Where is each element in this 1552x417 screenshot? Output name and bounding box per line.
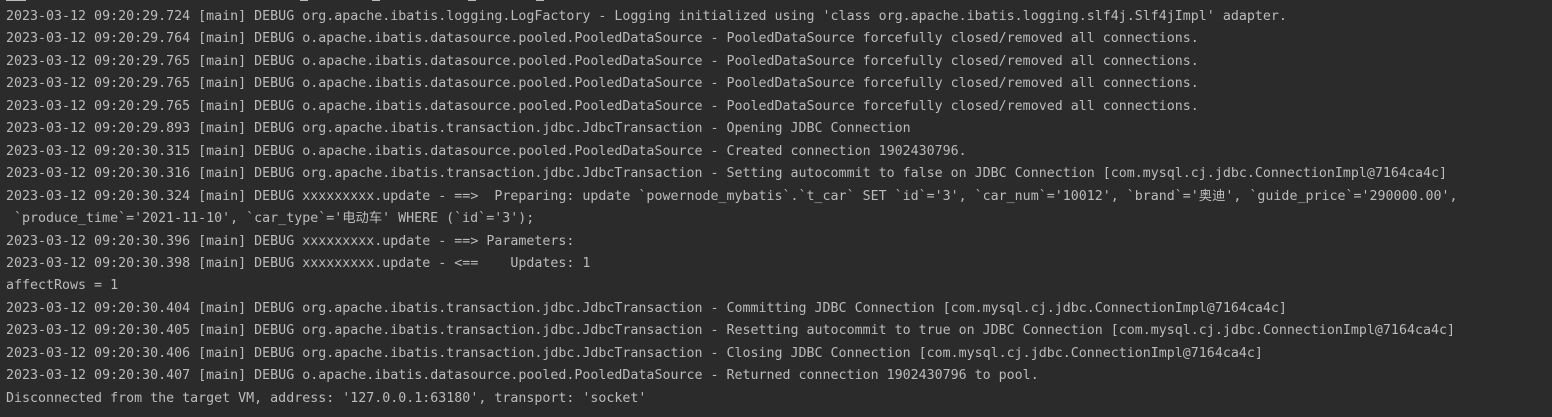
log-line: 2023-03-12 09:20:30.406 [main] DEBUG org… — [6, 345, 1263, 361]
log-line: 2023-03-12 09:20:29.764 [main] DEBUG o.a… — [6, 31, 1199, 47]
log-line: 2023-03-12 09:20:29.724 [main] DEBUG org… — [6, 9, 1287, 24]
log-line: `produce_time`='2021-11-10', `car_type`=… — [6, 211, 535, 227]
log-line: 2023-03-12 09:20:30.407 [main] DEBUG o.a… — [6, 368, 1039, 384]
log-line: affectRows = 1 — [6, 278, 119, 294]
log-line: 2023-03-12 09:20:30.316 [main] DEBUG org… — [6, 166, 1447, 182]
log-line: 2023-03-12 09:20:30.315 [main] DEBUG o.a… — [6, 143, 967, 159]
scrolled-line-remnant — [0, 0, 545, 2]
console-output[interactable]: 2023-03-12 09:20:29.724 [main] DEBUG org… — [0, 0, 1552, 417]
log-line: 2023-03-12 09:20:29.893 [main] DEBUG org… — [6, 121, 911, 137]
log-line: 2023-03-12 09:20:30.398 [main] DEBUG xxx… — [6, 255, 591, 271]
log-line: Disconnected from the target VM, address… — [6, 390, 647, 406]
log-line: 2023-03-12 09:20:29.765 [main] DEBUG o.a… — [6, 53, 1199, 69]
log-line: 2023-03-12 09:20:30.396 [main] DEBUG xxx… — [6, 233, 583, 249]
log-line: 2023-03-12 09:20:29.765 [main] DEBUG o.a… — [6, 98, 1199, 114]
log-line: 2023-03-12 09:20:30.404 [main] DEBUG org… — [6, 300, 1287, 316]
log-line: 2023-03-12 09:20:30.324 [main] DEBUG xxx… — [6, 188, 1458, 204]
log-line: 2023-03-12 09:20:30.405 [main] DEBUG org… — [6, 323, 1455, 339]
log-line: 2023-03-12 09:20:29.765 [main] DEBUG o.a… — [6, 76, 1199, 92]
